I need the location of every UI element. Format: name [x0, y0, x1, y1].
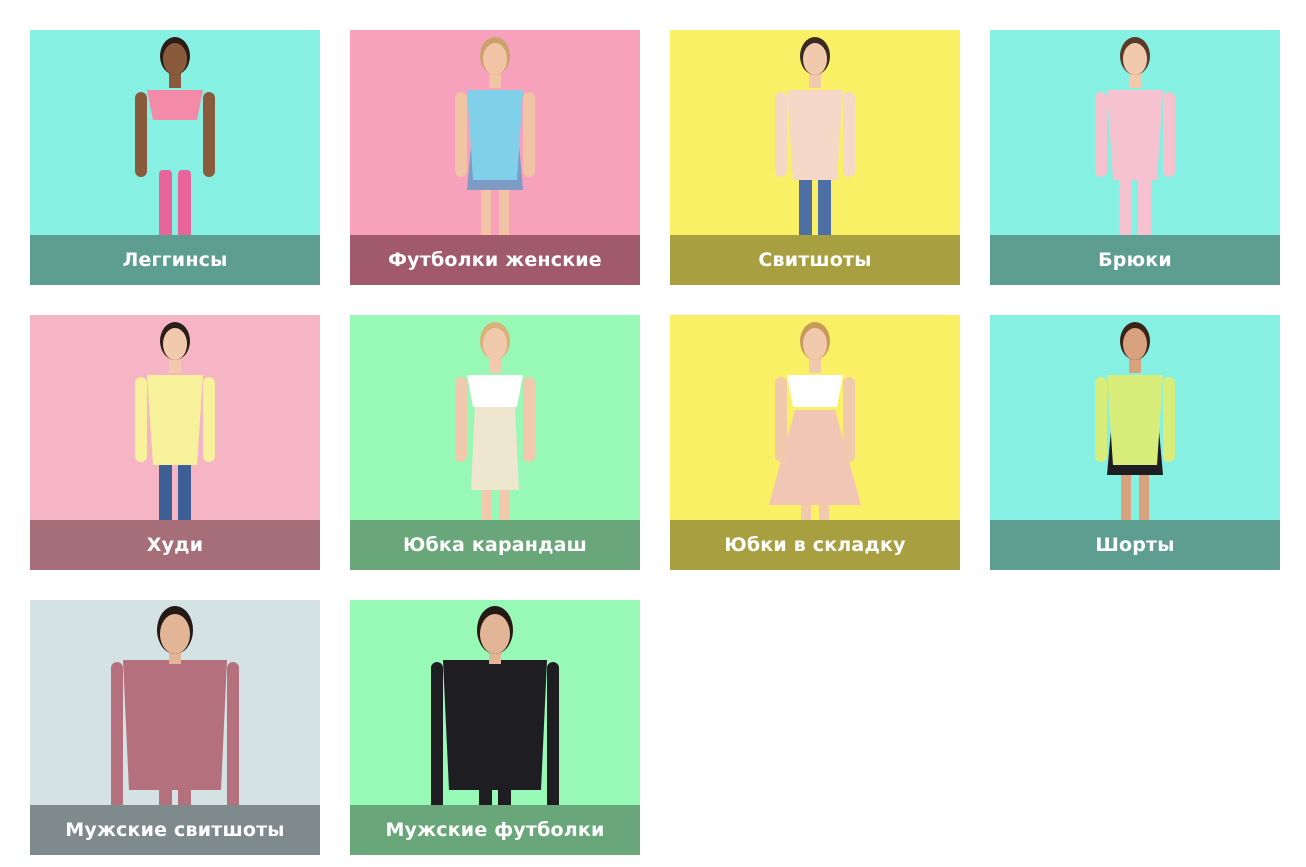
category-label: Леггинсы	[122, 249, 228, 271]
model-arm	[1163, 377, 1175, 462]
category-label: Мужские свитшоты	[65, 819, 285, 841]
category-tile-sweatshirts[interactable]: Свитшоты	[670, 30, 960, 285]
model-arm	[775, 377, 787, 462]
top-garment	[467, 375, 523, 407]
model-arm	[203, 377, 215, 462]
category-caption: Мужские футболки	[350, 805, 640, 855]
category-label: Юбки в складку	[724, 534, 906, 556]
category-caption: Юбка карандаш	[350, 520, 640, 570]
model-face	[483, 43, 507, 75]
model-arm	[455, 92, 467, 177]
model-arm	[135, 377, 147, 462]
category-tile-shorts[interactable]: Шорты	[990, 315, 1280, 570]
top-garment	[787, 375, 843, 407]
model-face	[1123, 328, 1147, 360]
model-face	[803, 328, 827, 360]
category-caption: Худи	[30, 520, 320, 570]
model-face	[483, 328, 507, 360]
model-arm	[1095, 92, 1107, 177]
category-tile-mens-sweatshirts[interactable]: Мужские свитшоты	[30, 600, 320, 855]
category-grid: Леггинсы Футболки женские Свитшоты Брюки…	[30, 30, 1280, 855]
category-label: Худи	[146, 534, 204, 556]
top-garment	[467, 90, 523, 180]
category-label: Шорты	[1095, 534, 1175, 556]
model-arm	[523, 377, 535, 462]
model-arm	[455, 377, 467, 462]
top-garment	[1107, 90, 1163, 180]
category-tile-leggings[interactable]: Леггинсы	[30, 30, 320, 285]
category-caption: Юбки в складку	[670, 520, 960, 570]
category-label: Брюки	[1098, 249, 1172, 271]
model-arm	[523, 92, 535, 177]
top-garment	[443, 660, 547, 790]
skirt	[471, 405, 519, 490]
category-label: Юбка карандаш	[402, 534, 588, 556]
model-arm	[843, 92, 855, 177]
model-arm	[547, 662, 559, 812]
top-garment	[147, 375, 203, 465]
model-face	[160, 614, 190, 654]
category-caption: Шорты	[990, 520, 1280, 570]
category-label: Свитшоты	[758, 249, 872, 271]
model-arm	[843, 377, 855, 462]
top-garment	[1107, 375, 1163, 465]
top-garment	[787, 90, 843, 180]
category-caption: Свитшоты	[670, 235, 960, 285]
model-face	[803, 43, 827, 75]
top-garment	[123, 660, 227, 790]
model-face	[163, 43, 187, 75]
model-arm	[135, 92, 147, 177]
model-arm	[227, 662, 239, 812]
model-arm	[1095, 377, 1107, 462]
model-arm	[775, 92, 787, 177]
category-caption: Футболки женские	[350, 235, 640, 285]
category-caption: Брюки	[990, 235, 1280, 285]
category-tile-hoodies[interactable]: Худи	[30, 315, 320, 570]
category-tile-mens-tshirts[interactable]: Мужские футболки	[350, 600, 640, 855]
model-arm	[431, 662, 443, 812]
category-caption: Мужские свитшоты	[30, 805, 320, 855]
model-arm	[111, 662, 123, 812]
model-arm	[1163, 92, 1175, 177]
top-garment	[147, 90, 203, 120]
model-face	[163, 328, 187, 360]
category-label: Футболки женские	[388, 249, 602, 271]
model-arm	[203, 92, 215, 177]
model-face	[1123, 43, 1147, 75]
category-tile-pencil-skirt[interactable]: Юбка карандаш	[350, 315, 640, 570]
category-tile-womens-tshirts[interactable]: Футболки женские	[350, 30, 640, 285]
category-tile-pleated-skirts[interactable]: Юбки в складку	[670, 315, 960, 570]
model-face	[480, 614, 510, 654]
category-label: Мужские футболки	[385, 819, 605, 841]
category-caption: Леггинсы	[30, 235, 320, 285]
category-tile-pants[interactable]: Брюки	[990, 30, 1280, 285]
